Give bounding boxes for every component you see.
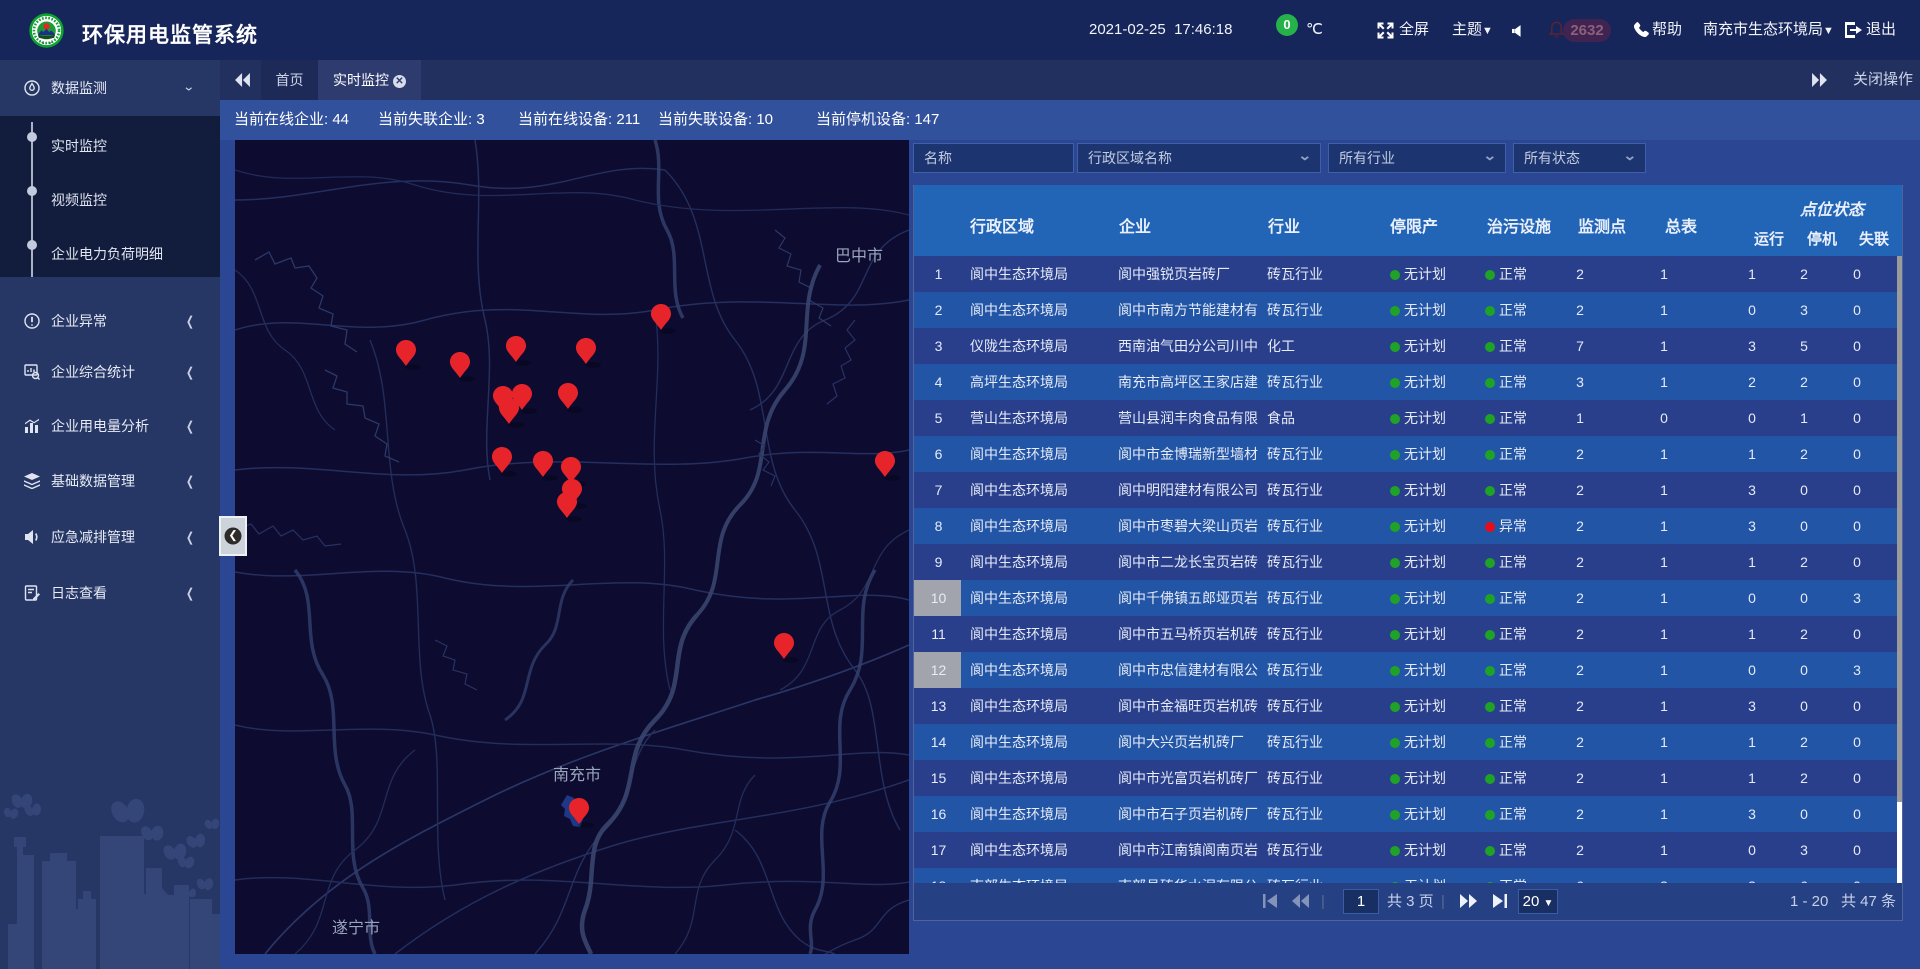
svg-text:巴中市: 巴中市 [835,247,883,265]
svg-text:南充市: 南充市 [553,766,601,784]
svg-text:遂宁市: 遂宁市 [332,919,380,937]
